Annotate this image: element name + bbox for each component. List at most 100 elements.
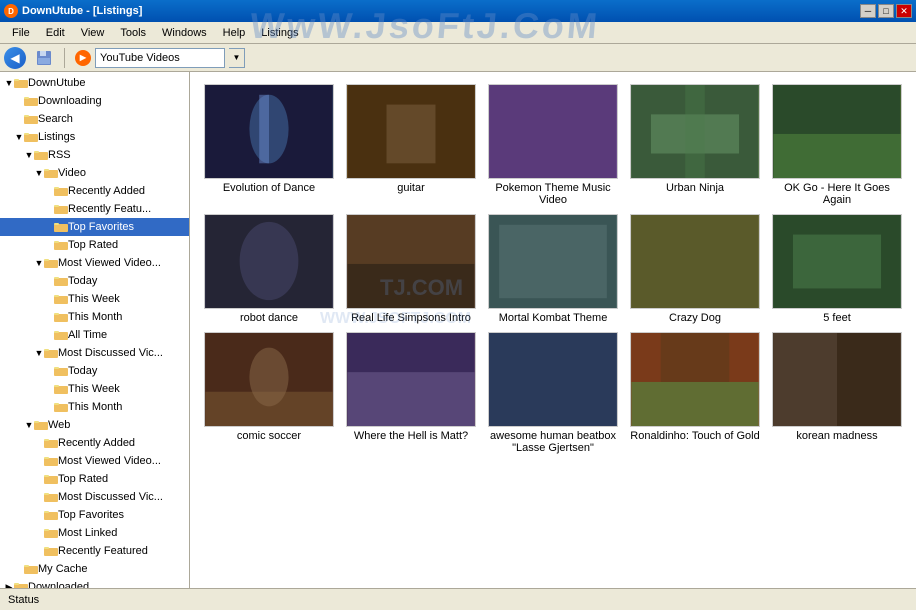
- list-item[interactable]: guitar: [344, 84, 478, 206]
- video-thumbnail: [488, 84, 618, 179]
- sidebar-item-web-most-viewed[interactable]: Most Viewed Video...: [0, 452, 189, 470]
- menu-file[interactable]: File: [4, 25, 38, 41]
- folder-icon: [24, 131, 38, 143]
- video-title: Where the Hell is Matt?: [354, 430, 468, 442]
- list-item[interactable]: Ronaldinho: Touch of Gold: [628, 332, 762, 454]
- video-grid: Evolution of Dance guitar: [198, 80, 908, 458]
- sidebar-item-web-top-favorites[interactable]: Top Favorites: [0, 506, 189, 524]
- sidebar-item-today-mv[interactable]: Today: [0, 272, 189, 290]
- sidebar-item-web-top-rated[interactable]: Top Rated: [0, 470, 189, 488]
- sidebar-label-listings: Listings: [38, 131, 75, 143]
- menu-listings[interactable]: Listings: [253, 25, 306, 41]
- folder-icon: [44, 545, 58, 557]
- app-icon: D: [4, 4, 18, 18]
- save-button[interactable]: [30, 46, 58, 70]
- thumb-art: [205, 215, 333, 308]
- sidebar-item-top-favorites[interactable]: Top Favorites: [0, 218, 189, 236]
- back-button[interactable]: ◀: [4, 47, 26, 69]
- sidebar-item-video[interactable]: ▼ Video: [0, 164, 189, 182]
- list-item[interactable]: Crazy Dog: [628, 214, 762, 324]
- toolbar: ◀ ▶ YouTube Videos ▼: [0, 44, 916, 72]
- sidebar-item-all-time-mv[interactable]: All Time: [0, 326, 189, 344]
- sidebar-label-downloaded: Downloaded: [28, 581, 89, 588]
- folder-icon: [24, 95, 38, 107]
- sidebar-label-this-month-mv: This Month: [68, 311, 122, 323]
- sidebar-item-top-rated[interactable]: Top Rated: [0, 236, 189, 254]
- folder-icon: [44, 167, 58, 179]
- folder-icon: [44, 455, 58, 467]
- sidebar-item-downloaded[interactable]: ▶ Downloaded: [0, 578, 189, 588]
- list-item[interactable]: comic soccer: [202, 332, 336, 454]
- sidebar-item-web-most-linked[interactable]: Most Linked: [0, 524, 189, 542]
- list-item[interactable]: awesome human beatbox "Lasse Gjertsen": [486, 332, 620, 454]
- video-title: korean madness: [796, 430, 877, 442]
- video-thumbnail: [488, 214, 618, 309]
- video-thumbnail: [204, 84, 334, 179]
- address-dropdown[interactable]: ▼: [229, 48, 245, 68]
- folder-icon: [54, 311, 68, 323]
- sidebar-item-web-recently-featured[interactable]: Recently Featured: [0, 542, 189, 560]
- video-thumbnail: [346, 84, 476, 179]
- sidebar-item-downutube[interactable]: ▼ DownUtube: [0, 74, 189, 92]
- sidebar-item-web-most-discussed[interactable]: Most Discussed Vic...: [0, 488, 189, 506]
- menu-bar: File Edit View Tools Windows Help Listin…: [0, 22, 916, 44]
- folder-icon: [24, 113, 38, 125]
- video-title: OK Go - Here It Goes Again: [772, 182, 902, 206]
- list-item[interactable]: OK Go - Here It Goes Again: [770, 84, 904, 206]
- list-item[interactable]: 5 feet: [770, 214, 904, 324]
- title-bar-controls: ─ □ ✕: [860, 4, 912, 18]
- sidebar-item-this-month-md[interactable]: This Month: [0, 398, 189, 416]
- list-item[interactable]: robot dance: [202, 214, 336, 324]
- video-title: Evolution of Dance: [223, 182, 315, 194]
- sidebar-item-rss[interactable]: ▼ RSS: [0, 146, 189, 164]
- video-thumbnail: [772, 332, 902, 427]
- menu-tools[interactable]: Tools: [112, 25, 154, 41]
- sidebar-label-top-rated: Top Rated: [68, 239, 118, 251]
- list-item[interactable]: Pokemon Theme Music Video: [486, 84, 620, 206]
- sidebar-item-web-recently-added[interactable]: Recently Added: [0, 434, 189, 452]
- sidebar-label-my-cache: My Cache: [38, 563, 88, 575]
- sidebar-item-today-md[interactable]: Today: [0, 362, 189, 380]
- menu-windows[interactable]: Windows: [154, 25, 215, 41]
- sidebar-label-web-most-viewed: Most Viewed Video...: [58, 455, 161, 467]
- list-item[interactable]: Where the Hell is Matt?: [344, 332, 478, 454]
- minimize-button[interactable]: ─: [860, 4, 876, 18]
- list-item[interactable]: korean madness: [770, 332, 904, 454]
- menu-edit[interactable]: Edit: [38, 25, 73, 41]
- youtube-icon: ▶: [75, 50, 91, 66]
- sidebar-label-web-recently-added: Recently Added: [58, 437, 135, 449]
- sidebar-label-downutube: DownUtube: [28, 77, 85, 89]
- sidebar-item-most-discussed[interactable]: ▼ Most Discussed Vic...: [0, 344, 189, 362]
- sidebar-item-my-cache[interactable]: My Cache: [0, 560, 189, 578]
- sidebar-item-downloading[interactable]: Downloading: [0, 92, 189, 110]
- sidebar-item-web[interactable]: ▼ Web: [0, 416, 189, 434]
- video-title: awesome human beatbox "Lasse Gjertsen": [488, 430, 618, 454]
- close-button[interactable]: ✕: [896, 4, 912, 18]
- thumb-art: [631, 85, 759, 178]
- address-input[interactable]: YouTube Videos: [95, 48, 225, 68]
- video-thumbnail: [204, 332, 334, 427]
- folder-icon: [54, 329, 68, 341]
- menu-help[interactable]: Help: [215, 25, 254, 41]
- sidebar-item-this-week-mv[interactable]: This Week: [0, 290, 189, 308]
- list-item[interactable]: Urban Ninja: [628, 84, 762, 206]
- sidebar-item-recently-featured[interactable]: Recently Featu...: [0, 200, 189, 218]
- status-text: Status: [8, 594, 39, 606]
- sidebar-item-this-week-md[interactable]: This Week: [0, 380, 189, 398]
- thumb-art: [773, 333, 901, 426]
- toolbar-separator: [64, 48, 65, 68]
- video-title: Urban Ninja: [666, 182, 724, 194]
- list-item[interactable]: Mortal Kombat Theme: [486, 214, 620, 324]
- sidebar-item-most-viewed[interactable]: ▼ Most Viewed Video...: [0, 254, 189, 272]
- list-item[interactable]: Evolution of Dance: [202, 84, 336, 206]
- list-item[interactable]: Real Life Simpsons Intro: [344, 214, 478, 324]
- menu-view[interactable]: View: [73, 25, 113, 41]
- sidebar-item-listings[interactable]: ▼ Listings: [0, 128, 189, 146]
- sidebar-item-this-month-mv[interactable]: This Month: [0, 308, 189, 326]
- sidebar-item-search[interactable]: Search: [0, 110, 189, 128]
- maximize-button[interactable]: □: [878, 4, 894, 18]
- video-thumbnail: [630, 332, 760, 427]
- video-title: Real Life Simpsons Intro: [351, 312, 471, 324]
- sidebar-label-all-time-mv: All Time: [68, 329, 107, 341]
- sidebar-item-recently-added[interactable]: Recently Added: [0, 182, 189, 200]
